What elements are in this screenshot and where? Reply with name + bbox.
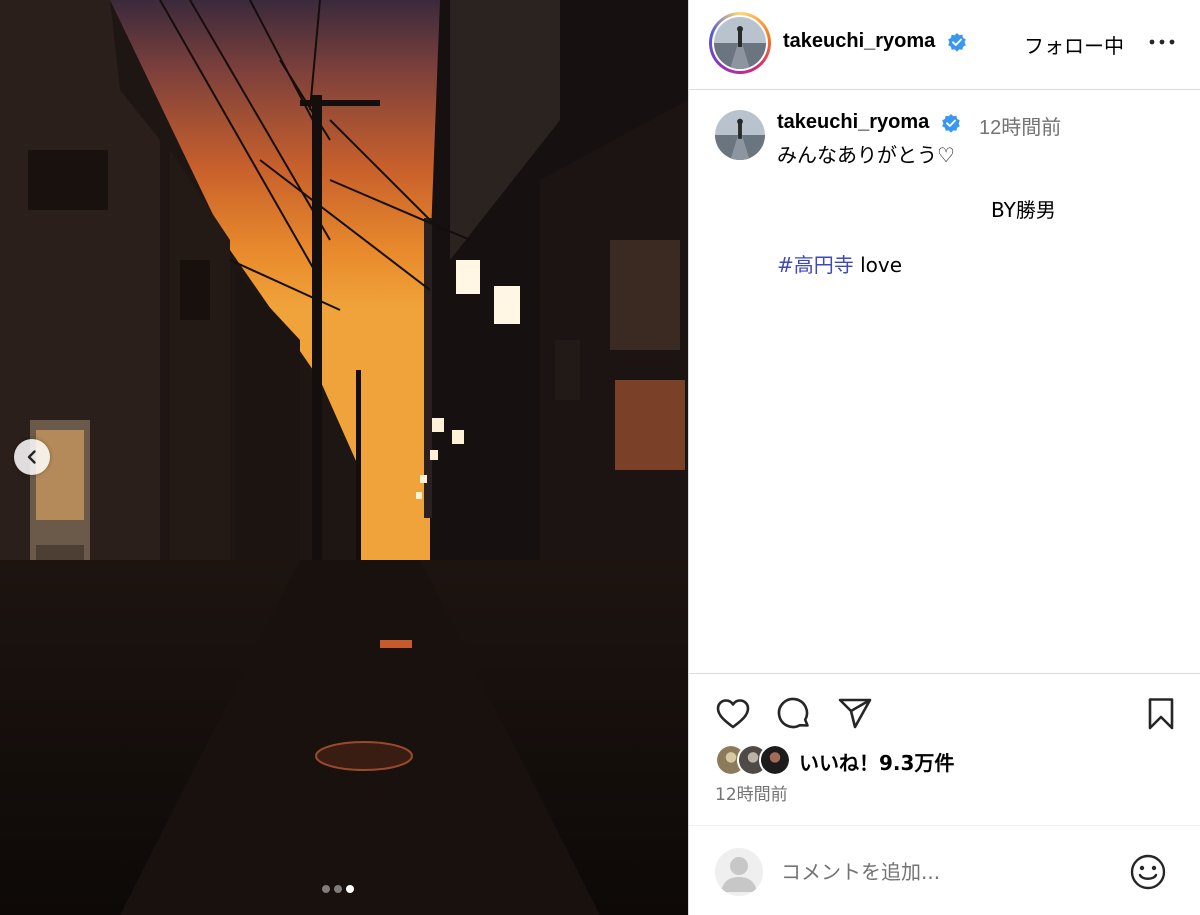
emoji-icon[interactable] <box>1129 853 1167 891</box>
post-timestamp[interactable]: 12時間前 <box>715 780 788 805</box>
avatar <box>714 17 766 69</box>
comment-icon[interactable] <box>776 696 812 732</box>
current-user-avatar <box>715 848 763 896</box>
verified-badge-icon <box>942 113 960 133</box>
post-header: takeuchi_ryoma フォロー中 <box>689 0 1200 90</box>
caption-text-line: みんなありがとう♡ <box>777 143 955 167</box>
post-photo[interactable] <box>0 0 688 915</box>
carousel-dot-active <box>346 885 354 893</box>
bookmark-icon[interactable] <box>1143 696 1179 732</box>
caption-username-text[interactable]: takeuchi_ryoma <box>777 111 929 133</box>
liked-by-avatars[interactable] <box>715 744 795 776</box>
story-ring[interactable] <box>709 12 771 74</box>
caption-text-line: BY勝男 <box>991 198 1056 222</box>
alley-sunset-photo <box>0 0 688 915</box>
comment-input[interactable] <box>781 854 1111 890</box>
following-button[interactable]: フォロー中 <box>1024 30 1124 59</box>
carousel-prev-button[interactable] <box>14 439 50 475</box>
divider <box>689 673 1200 674</box>
post-side-panel: takeuchi_ryoma フォロー中 takeuchi_ryoma 12時間… <box>688 0 1200 915</box>
caption-username[interactable]: takeuchi_ryoma <box>777 111 961 134</box>
default-avatar-icon <box>715 848 763 896</box>
carousel-dot <box>322 885 330 893</box>
caption-avatar[interactable] <box>715 110 765 160</box>
send-icon[interactable] <box>837 696 873 732</box>
likes-count[interactable]: いいね！9.3万件 <box>799 747 954 776</box>
more-horizontal-icon[interactable] <box>1147 30 1177 54</box>
header-username[interactable]: takeuchi_ryoma <box>783 30 967 53</box>
hashtag-link[interactable]: #高円寺 <box>777 253 854 277</box>
caption-text-line: #高円寺 love <box>777 249 902 278</box>
caption-timestamp: 12時間前 <box>979 117 1062 139</box>
chevron-left-icon <box>27 450 36 464</box>
username-text[interactable]: takeuchi_ryoma <box>783 30 935 52</box>
caption-text: love <box>853 253 903 277</box>
carousel-dot <box>334 885 342 893</box>
verified-badge-icon <box>948 32 966 52</box>
heart-icon[interactable] <box>715 696 751 732</box>
avatar <box>759 744 791 776</box>
divider <box>689 825 1200 826</box>
carousel-indicators <box>322 885 354 893</box>
